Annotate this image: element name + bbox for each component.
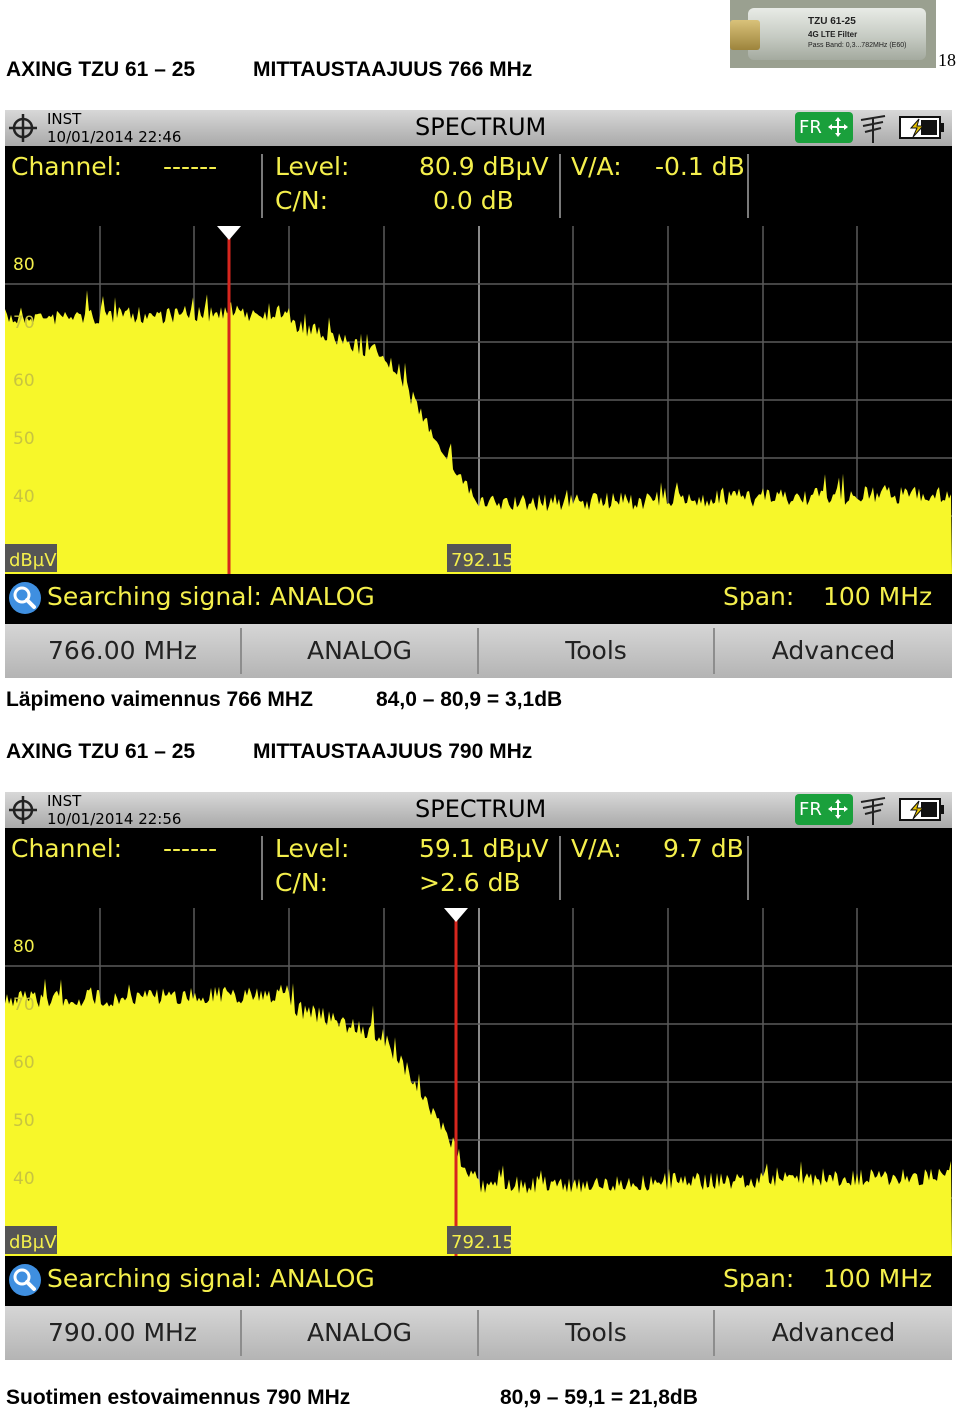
fr-label: FR [799, 117, 822, 138]
span-label: Span: [723, 582, 795, 611]
cn-value: >2.6 dB [419, 868, 521, 897]
y-tick-label: 80 [13, 937, 35, 957]
span-value: 100 MHz [823, 582, 933, 611]
datetime-label: 10/01/2014 22:56 [47, 810, 182, 828]
level-value: 80.9 dBµV [419, 152, 549, 181]
fr-label: FR [799, 799, 822, 820]
product-photo: TZU 61-25 4G LTE Filter Pass Band: 0,3..… [730, 0, 936, 68]
photo-line3-text: Pass Band: 0,3...782MHz (E60) [808, 42, 907, 49]
tools-button[interactable]: Tools [479, 628, 715, 674]
search-status-bar: Searching signal: ANALOG Span: 100 MHz [5, 1256, 952, 1306]
channel-label: Channel: [11, 152, 123, 181]
photo-model-text: TZU 61-25 [808, 16, 856, 27]
span-label: Span: [723, 1264, 795, 1293]
mode-label: INST [47, 110, 82, 128]
caption-right-2: 80,9 – 59,1 = 21,8dB [500, 1386, 698, 1409]
crosshair-icon [9, 114, 37, 142]
cn-label: C/N: [275, 868, 329, 897]
page-number: 18 [938, 50, 956, 70]
unit-label: dBµV [9, 1232, 57, 1253]
channel-value: ------ [163, 152, 218, 181]
span-value: 100 MHz [823, 1264, 933, 1293]
spectrum-plot[interactable]: 80 70 60 50 40 dBµV 792.15 [5, 226, 952, 574]
center-frequency-label: 792.15 [451, 1232, 514, 1253]
battery-icon [899, 116, 944, 139]
analog-button[interactable]: ANALOG [242, 628, 479, 674]
crosshair-icon [9, 796, 37, 824]
cn-label: C/N: [275, 186, 329, 215]
fr-badge[interactable]: FR [795, 112, 853, 143]
y-tick-label: 40 [13, 1169, 35, 1189]
cn-value: 0.0 dB [433, 186, 514, 215]
analog-button[interactable]: ANALOG [242, 1310, 479, 1356]
softkey-bar: 766.00 MHz ANALOG Tools Advanced [5, 624, 952, 678]
y-tick-label: 50 [13, 429, 35, 449]
separator [261, 154, 263, 218]
channel-value: ------ [163, 834, 218, 863]
magnifier-icon [9, 1264, 41, 1296]
heading-frequency-2: MITTAUSTAAJUUS 790 MHz [253, 740, 533, 763]
screen-title: SPECTRUM [415, 795, 547, 823]
screen-title: SPECTRUM [415, 113, 547, 141]
va-value: 9.7 dB [663, 834, 744, 863]
separator [747, 836, 749, 900]
y-tick-label: 60 [13, 1053, 35, 1073]
antenna-icon [860, 115, 886, 143]
measurement-panel: Channel: ------ Level: 80.9 dBµV C/N: 0.… [5, 146, 952, 226]
caption-left-1: Läpimeno vaimennus 766 MHZ [6, 688, 313, 711]
tools-button[interactable]: Tools [479, 1310, 715, 1356]
unit-label: dBµV [9, 550, 57, 571]
advanced-button[interactable]: Advanced [715, 628, 952, 674]
move-arrows-icon [828, 117, 848, 137]
filter-connector [730, 20, 760, 50]
photo-line2-text: 4G LTE Filter [808, 30, 858, 39]
heading-frequency-1: MITTAUSTAAJUUS 766 MHz [253, 58, 533, 81]
mode-label: INST [47, 792, 82, 810]
advanced-button[interactable]: Advanced [715, 1310, 952, 1356]
antenna-icon [860, 797, 886, 825]
status-bar: INST 10/01/2014 22:46 SPECTRUM FR [5, 110, 952, 146]
channel-label: Channel: [11, 834, 123, 863]
heading-product-1: AXING TZU 61 – 25 [6, 58, 196, 81]
level-value: 59.1 dBµV [419, 834, 549, 863]
y-tick-label: 70 [13, 995, 35, 1015]
separator [559, 154, 561, 218]
separator [559, 836, 561, 900]
move-arrows-icon [828, 799, 848, 819]
y-tick-label: 80 [13, 255, 35, 275]
caption-left-2: Suotimen estovaimennus 790 MHz [6, 1386, 351, 1409]
fr-badge[interactable]: FR [795, 794, 853, 825]
caption-right-1: 84,0 – 80,9 = 3,1dB [376, 688, 563, 711]
measurement-panel: Channel: ------ Level: 59.1 dBµV C/N: >2… [5, 828, 952, 908]
level-label: Level: [275, 152, 350, 181]
magnifier-icon [9, 582, 41, 614]
y-tick-label: 40 [13, 487, 35, 507]
search-status-text: Searching signal: ANALOG [47, 1264, 375, 1293]
datetime-label: 10/01/2014 22:46 [47, 128, 182, 146]
va-label: V/A: [571, 152, 622, 181]
y-tick-label: 70 [13, 313, 35, 333]
analyzer-screenshot-2: INST 10/01/2014 22:56 SPECTRUM FR Channe… [5, 792, 952, 1360]
mode-datetime: INST 10/01/2014 22:46 [47, 110, 181, 146]
va-value: -0.1 dB [655, 152, 745, 181]
frequency-button[interactable]: 790.00 MHz [5, 1310, 242, 1356]
va-label: V/A: [571, 834, 622, 863]
mode-datetime: INST 10/01/2014 22:56 [47, 792, 181, 828]
spectrum-plot[interactable]: 80 70 60 50 40 dBµV 792.15 [5, 908, 952, 1256]
frequency-button[interactable]: 766.00 MHz [5, 628, 242, 674]
center-frequency-label: 792.15 [451, 550, 514, 571]
separator [747, 154, 749, 218]
y-tick-label: 60 [13, 371, 35, 391]
heading-product-2: AXING TZU 61 – 25 [6, 740, 196, 763]
separator [261, 836, 263, 900]
search-status-bar: Searching signal: ANALOG Span: 100 MHz [5, 574, 952, 624]
battery-icon [899, 798, 944, 821]
y-tick-label: 50 [13, 1111, 35, 1131]
analyzer-screenshot-1: INST 10/01/2014 22:46 SPECTRUM FR Channe… [5, 110, 952, 678]
search-status-text: Searching signal: ANALOG [47, 582, 375, 611]
level-label: Level: [275, 834, 350, 863]
status-bar: INST 10/01/2014 22:56 SPECTRUM FR [5, 792, 952, 828]
softkey-bar: 790.00 MHz ANALOG Tools Advanced [5, 1306, 952, 1360]
